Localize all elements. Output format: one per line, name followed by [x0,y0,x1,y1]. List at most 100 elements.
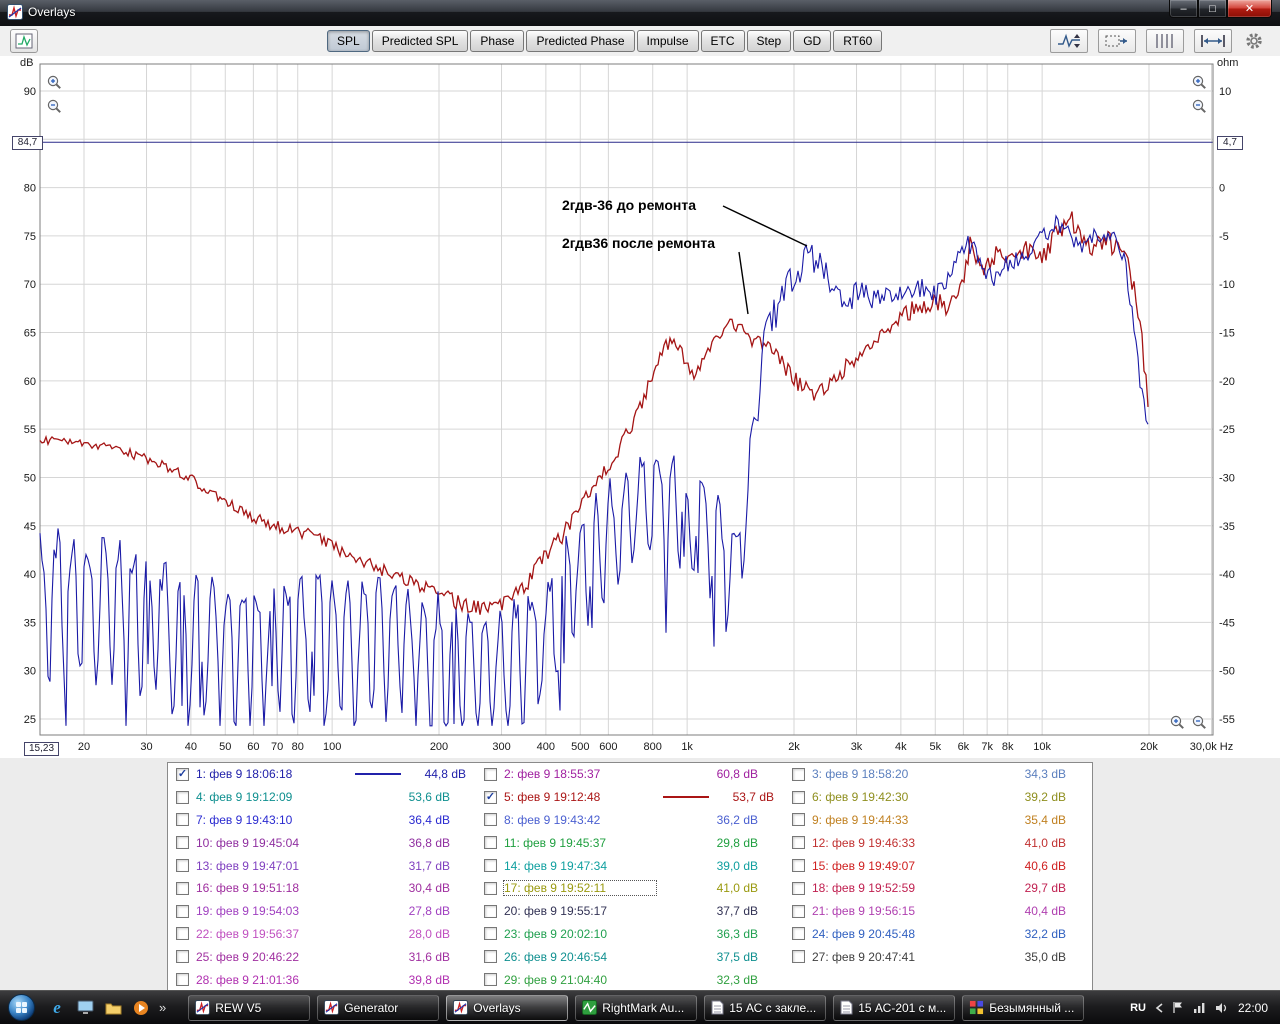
taskbar-task-button[interactable]: RightMark Au... [575,994,698,1021]
legend-entry[interactable]: ✓ 1: фев 9 18:06:18 44,8 dB [168,763,476,786]
clock[interactable]: 22:00 [1238,1001,1268,1015]
tab-spl[interactable]: SPL [327,30,370,52]
legend-checkbox[interactable] [176,859,189,873]
legend-entry[interactable]: 27: фев 9 20:47:41 35,0 dB [784,945,1092,968]
zoom-out-y-right-icon[interactable] [1191,98,1208,115]
legend-entry[interactable]: 17: фев 9 19:52:11 41,0 dB [476,877,784,900]
tab-step[interactable]: Step [746,30,792,52]
legend-checkbox[interactable] [176,973,189,987]
legend-entry[interactable]: 29: фев 9 21:04:40 32,3 dB [476,968,784,991]
legend-entry[interactable]: 13: фев 9 19:47:01 31,7 dB [168,854,476,877]
zoom-out-y-icon[interactable] [46,98,63,115]
taskbar-task-button[interactable]: Generator [317,994,440,1021]
tab-phase[interactable]: Phase [470,30,525,52]
gridlines-icon[interactable] [1146,29,1184,53]
legend-checkbox[interactable] [792,881,805,895]
folder-icon[interactable] [103,998,123,1018]
legend-checkbox[interactable] [484,927,497,941]
legend-entry[interactable]: 20: фев 9 19:55:17 37,7 dB [476,900,784,923]
legend-checkbox[interactable] [484,859,497,873]
language-indicator[interactable]: RU [1130,1002,1146,1014]
legend-checkbox[interactable]: ✓ [484,790,497,804]
legend-checkbox[interactable] [792,767,805,781]
legend-checkbox[interactable] [792,790,805,804]
display-icon[interactable] [75,998,95,1018]
legend-entry[interactable]: 12: фев 9 19:46:33 41,0 dB [784,831,1092,854]
legend-entry[interactable]: 4: фев 9 19:12:09 53,6 dB [168,786,476,809]
legend-checkbox[interactable] [176,950,189,964]
legend-entry[interactable]: 8: фев 9 19:43:42 36,2 dB [476,809,784,832]
tab-predicted-phase[interactable]: Predicted Phase [526,30,635,52]
legend-entry[interactable]: 16: фев 9 19:51:18 30,4 dB [168,877,476,900]
legend-checkbox[interactable]: ✓ [176,767,189,781]
zoom-out-x-icon[interactable] [1191,714,1208,731]
legend-entry[interactable]: 26: фев 9 20:46:54 37,5 dB [476,945,784,968]
taskbar-task-button[interactable]: Безымянный ... [962,994,1085,1021]
legend-entry[interactable]: 14: фев 9 19:47:34 39,0 dB [476,854,784,877]
legend-checkbox[interactable] [176,927,189,941]
hidden-icons-chevron-icon[interactable] [1155,1002,1163,1013]
zoom-in-x-icon[interactable] [1169,714,1186,731]
legend-checkbox[interactable] [792,927,805,941]
legend-checkbox[interactable] [484,973,497,987]
taskbar-task-button[interactable]: Overlays [446,994,569,1021]
legend-checkbox[interactable] [484,836,497,850]
legend-checkbox[interactable] [484,881,497,895]
zoom-in-y-icon[interactable] [46,74,63,91]
taskbar-task-button[interactable]: REW V5 [188,994,311,1021]
zoom-in-y-right-icon[interactable] [1191,74,1208,91]
start-button[interactable] [8,994,35,1021]
legend-checkbox[interactable] [176,813,189,827]
legend-entry[interactable]: 18: фев 9 19:52:59 29,7 dB [784,877,1092,900]
media-player-icon[interactable] [131,998,151,1018]
legend-checkbox[interactable] [176,904,189,918]
legend-checkbox[interactable] [484,813,497,827]
legend-checkbox[interactable] [484,904,497,918]
legend-entry[interactable]: 28: фев 9 21:01:36 39,8 dB [168,968,476,991]
legend-entry[interactable]: 24: фев 9 20:45:48 32,2 dB [784,923,1092,946]
legend-entry[interactable]: 21: фев 9 19:56:15 40,4 dB [784,900,1092,923]
close-button[interactable]: ✕ [1227,0,1272,18]
graph-window-icon[interactable] [10,29,38,53]
network-icon[interactable] [1193,1002,1206,1014]
tab-rt60[interactable]: RT60 [833,30,883,52]
notification-flag-icon[interactable] [1172,1001,1184,1014]
spl-chart[interactable]: 90858075706560555045403530251050-5-10-15… [0,56,1280,758]
taskbar-task-button[interactable]: 15 АС с закле... [704,994,827,1021]
legend-entry[interactable]: 7: фев 9 19:43:10 36,4 dB [168,809,476,832]
internet-explorer-icon[interactable]: e [47,998,67,1018]
legend-checkbox[interactable] [176,790,189,804]
volume-icon[interactable] [1215,1002,1229,1014]
legend-entry[interactable]: 25: фев 9 20:46:22 31,6 dB [168,945,476,968]
legend-entry[interactable]: 19: фев 9 19:54:03 27,8 dB [168,900,476,923]
legend-checkbox[interactable] [484,950,497,964]
quick-launch-overflow-chevron-icon[interactable]: » [157,1000,168,1015]
legend-entry[interactable]: 22: фев 9 19:56:37 28,0 dB [168,923,476,946]
legend-entry[interactable]: 9: фев 9 19:44:33 35,4 dB [784,809,1092,832]
legend-checkbox[interactable] [792,904,805,918]
legend-checkbox[interactable] [176,881,189,895]
legend-entry[interactable]: 6: фев 9 19:42:30 39,2 dB [784,786,1092,809]
legend-checkbox[interactable] [792,813,805,827]
tab-gd[interactable]: GD [793,30,832,52]
legend-entry[interactable]: 11: фев 9 19:45:37 29,8 dB [476,831,784,854]
legend-checkbox[interactable] [792,859,805,873]
legend-checkbox[interactable] [484,767,497,781]
fit-vertical-icon[interactable] [1050,29,1088,53]
tab-etc[interactable]: ETC [700,30,745,52]
tab-predicted-spl[interactable]: Predicted SPL [371,30,469,52]
legend-entry[interactable]: 3: фев 9 18:58:20 34,3 dB [784,763,1092,786]
legend-entry[interactable]: 15: фев 9 19:49:07 40,6 dB [784,854,1092,877]
legend-checkbox[interactable] [176,836,189,850]
taskbar-task-button[interactable]: 15 АС-201 с м... [833,994,956,1021]
settings-gear-icon[interactable] [1242,29,1266,53]
legend-entry[interactable]: 10: фев 9 19:45:04 36,8 dB [168,831,476,854]
maximize-button[interactable]: □ [1198,0,1227,18]
tab-impulse[interactable]: Impulse [636,30,699,52]
legend-entry[interactable]: ✓ 5: фев 9 19:12:48 53,7 dB [476,786,784,809]
minimize-button[interactable]: – [1169,0,1198,18]
legend-checkbox[interactable] [792,836,805,850]
capture-icon[interactable] [1098,29,1136,53]
legend-entry[interactable]: 23: фев 9 20:02:10 36,3 dB [476,923,784,946]
legend-checkbox[interactable] [792,950,805,964]
